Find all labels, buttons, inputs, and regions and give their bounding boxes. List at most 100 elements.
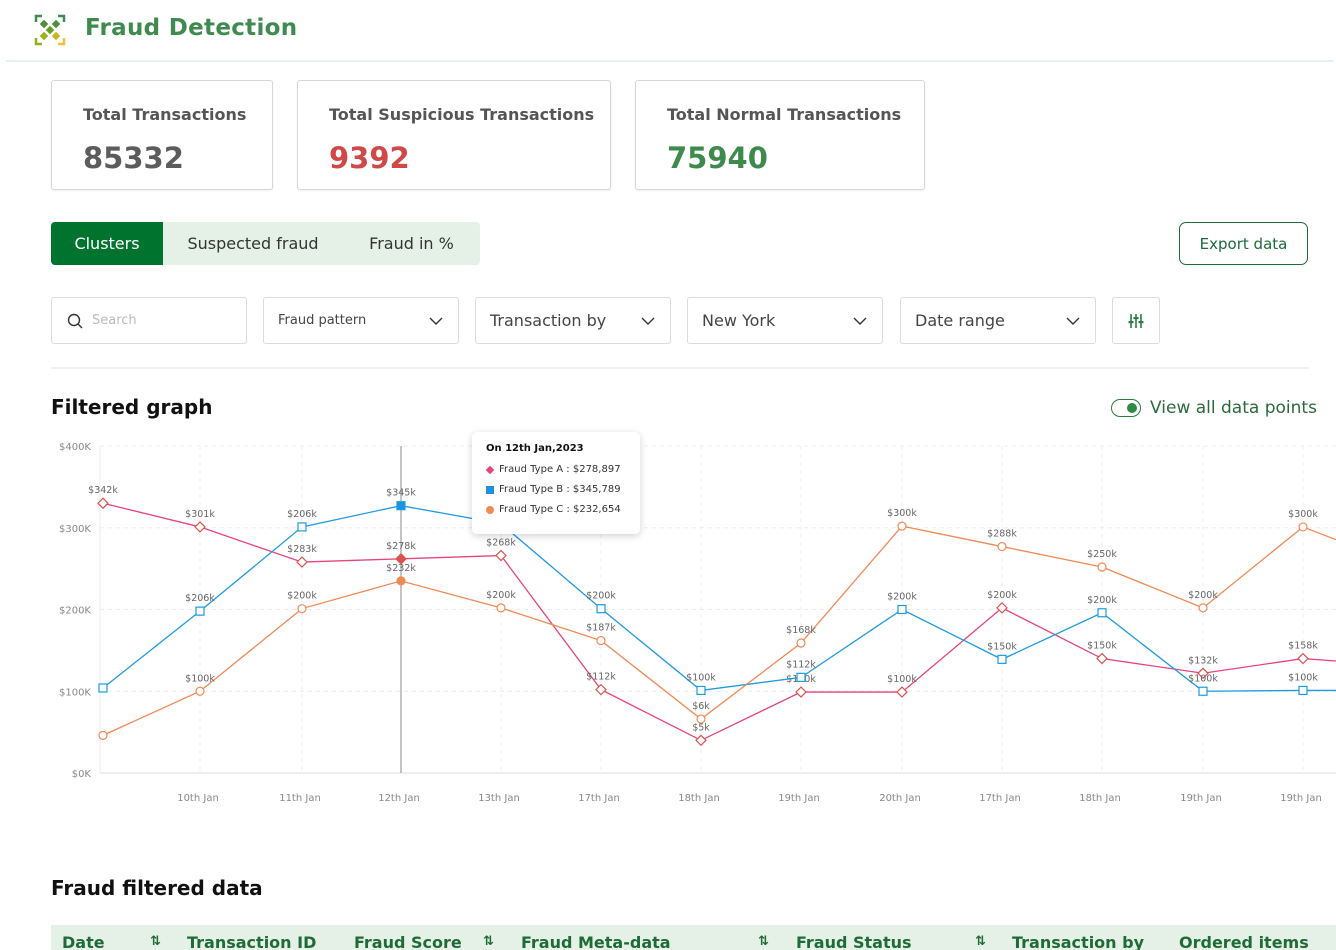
y-tick-label: $100K <box>59 687 91 698</box>
column-header-date[interactable]: Date <box>62 933 105 950</box>
data-point-diamond <box>194 521 206 533</box>
data-point-diamond <box>296 556 308 568</box>
tooltip-row-type-c: Fraud Type C : $232,654 <box>486 504 626 515</box>
data-point-circle <box>396 576 406 586</box>
fraud-pattern-dropdown[interactable]: Fraud pattern <box>263 297 459 344</box>
section-divider <box>51 367 1309 369</box>
data-label: $200k <box>1188 590 1218 601</box>
x-tick-label: 19th Jan <box>1180 793 1222 804</box>
data-point-square <box>997 654 1007 664</box>
search-input[interactable] <box>92 313 232 328</box>
tab-clusters[interactable]: Clusters <box>51 222 163 265</box>
table-title: Fraud filtered data <box>51 876 263 900</box>
data-point-diamond <box>495 549 507 562</box>
filter-settings-button[interactable] <box>1112 297 1160 344</box>
data-label: $200k <box>486 590 516 601</box>
data-label: $200k <box>586 591 616 602</box>
app-title: Fraud Detection <box>85 15 298 41</box>
data-point-diamond <box>1096 652 1108 665</box>
date-range-dropdown[interactable]: Date range <box>900 297 1096 344</box>
tab-suspected-fraud[interactable]: Suspected fraud <box>163 222 343 265</box>
location-label: New York <box>702 311 776 330</box>
toggle-knob <box>1127 403 1137 413</box>
view-all-data-points-toggle[interactable]: View all data points <box>1111 398 1317 418</box>
column-header-transaction-by[interactable]: Transaction by <box>1012 933 1144 950</box>
stat-label: Total Normal Transactions <box>667 105 902 124</box>
app-header: Fraud Detection <box>6 0 1334 62</box>
data-point-square <box>1097 608 1107 618</box>
data-label: $100k <box>686 672 716 683</box>
data-point-diamond <box>795 686 807 698</box>
data-point-square <box>195 606 205 616</box>
location-dropdown[interactable]: New York <box>687 297 883 344</box>
x-tick-label: 10th Jan <box>177 793 219 804</box>
column-header-ordered-items[interactable]: Ordered items <box>1179 933 1309 950</box>
export-data-button[interactable]: Export data <box>1179 222 1308 265</box>
column-header-transaction-id[interactable]: Transaction ID <box>187 933 316 950</box>
data-label: $206k <box>287 509 317 520</box>
x-tick-label: 20th Jan <box>879 793 921 804</box>
tooltip-row-label: Fraud Type B : $345,789 <box>499 484 621 495</box>
sort-icon[interactable]: ⇅ <box>758 934 769 949</box>
sort-icon[interactable]: ⇅ <box>483 934 494 949</box>
fraud-detection-logo-icon <box>34 14 66 46</box>
data-label: $278k <box>386 541 416 552</box>
fraud-line-chart: $0K $100K $200K $300K $400K 10th Jan 11th Jan 1… <box>59 442 1336 804</box>
data-label: $301k <box>185 509 215 520</box>
y-tick-label: $200K <box>59 606 91 617</box>
stat-card-total: Total Transactions 85332 <box>51 80 273 190</box>
data-point-square <box>396 501 406 511</box>
x-tick-label: 12th Jan <box>378 793 420 804</box>
x-tick-label: 18th Jan <box>1079 793 1121 804</box>
data-label: $150k <box>1087 641 1117 652</box>
stat-card-suspicious: Total Suspicious Transactions 9392 <box>297 80 611 190</box>
data-label: $6k <box>692 701 710 712</box>
x-tick-label: 19th Jan <box>778 793 820 804</box>
data-label: $200k <box>987 590 1017 601</box>
data-point-square <box>98 683 108 693</box>
search-field[interactable] <box>51 297 247 344</box>
data-point-circle <box>596 635 606 646</box>
data-label: $112k <box>586 672 616 683</box>
stat-value: 85332 <box>83 141 184 175</box>
data-point-circle <box>98 730 108 740</box>
square-marker-icon <box>486 485 494 494</box>
tab-fraud-percent[interactable]: Fraud in % <box>343 222 480 265</box>
y-tick-label: $0K <box>72 769 92 780</box>
data-point-diamond <box>595 683 607 696</box>
chevron-down-icon <box>429 317 443 325</box>
toggle-switch[interactable] <box>1111 399 1141 417</box>
data-label: $5k <box>692 722 710 733</box>
column-header-fraud-score[interactable]: Fraud Score <box>354 933 462 950</box>
tooltip-row-label: Fraud Type C : $232,654 <box>499 504 621 515</box>
data-point-diamond <box>1297 652 1309 665</box>
data-point-circle <box>1198 603 1208 613</box>
data-point-circle <box>195 686 205 696</box>
sort-icon[interactable]: ⇅ <box>150 934 161 949</box>
date-range-label: Date range <box>915 311 1005 330</box>
stat-value: 75940 <box>667 141 768 175</box>
tooltip-row-type-b: Fraud Type B : $345,789 <box>486 484 626 495</box>
data-point-diamond <box>695 734 707 747</box>
circle-marker-icon <box>486 505 494 514</box>
data-label: $200k <box>887 592 917 603</box>
data-point-square <box>796 672 806 682</box>
data-point-square <box>696 685 706 696</box>
data-label: $345k <box>386 488 416 499</box>
data-label: $100k <box>1288 672 1318 683</box>
x-tick-label: 18th Jan <box>678 793 720 804</box>
column-header-fraud-status[interactable]: Fraud Status <box>796 933 912 950</box>
tooltip-row-label: Fraud Type A : $278,897 <box>499 464 621 475</box>
data-point-square <box>1198 686 1208 696</box>
x-tick-label: 17th Jan <box>979 793 1021 804</box>
sort-icon[interactable]: ⇅ <box>975 934 986 949</box>
transaction-by-label: Transaction by <box>490 311 607 330</box>
data-point-square <box>1298 685 1308 696</box>
data-point-square <box>297 522 307 532</box>
stat-label: Total Transactions <box>83 105 247 124</box>
view-tabs: Clusters Suspected fraud Fraud in % <box>51 222 480 265</box>
x-tick-label: 13th Jan <box>478 793 520 804</box>
column-header-fraud-meta-data[interactable]: Fraud Meta-data <box>521 933 671 950</box>
toggle-label: View all data points <box>1150 398 1317 418</box>
transaction-by-dropdown[interactable]: Transaction by <box>475 297 671 344</box>
